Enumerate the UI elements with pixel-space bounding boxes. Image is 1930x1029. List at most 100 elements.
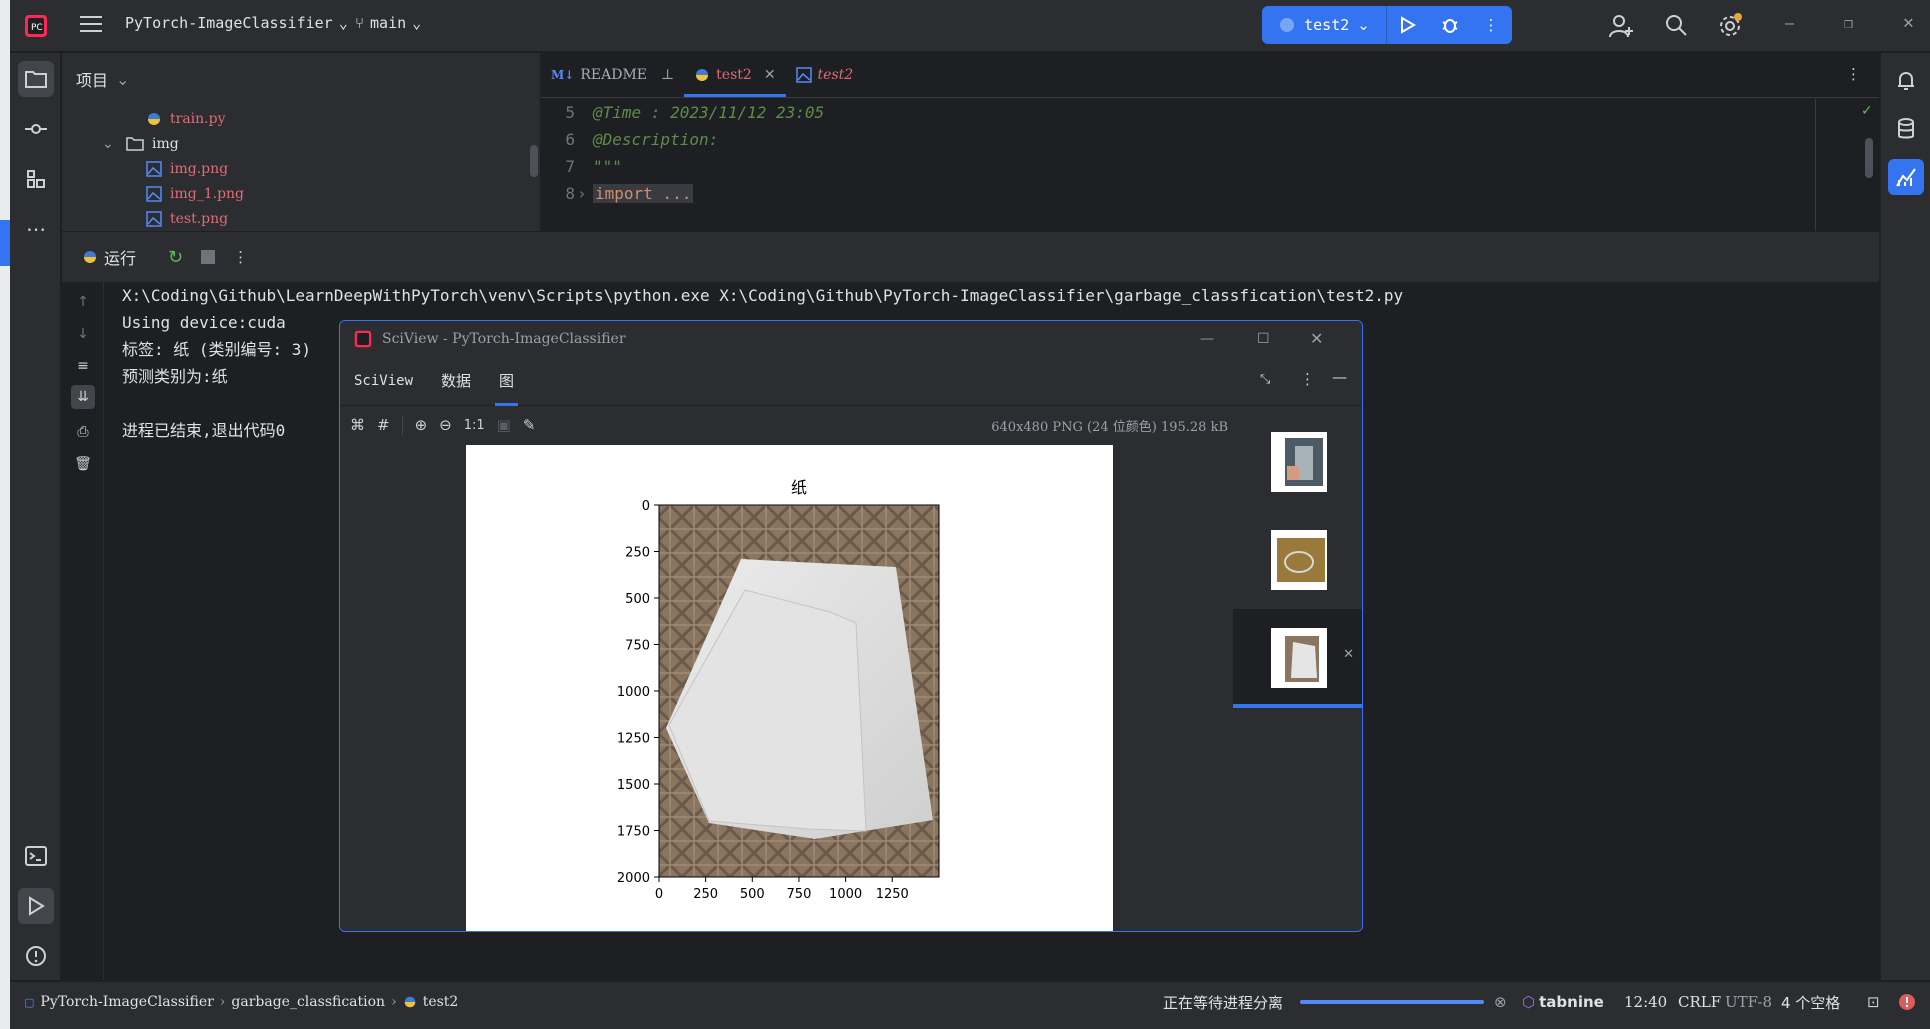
breadcrumb-item[interactable]: PyTorch-ImageClassifier <box>40 994 213 1010</box>
sciview-titlebar[interactable]: SciView - PyTorch-ImageClassifier — ☐ ✕ <box>340 321 1362 356</box>
indent-setting[interactable]: 4 个空格 <box>1781 982 1840 1022</box>
search-icon[interactable] <box>1664 13 1688 37</box>
add-user-icon[interactable] <box>1608 13 1634 39</box>
python-icon <box>694 67 710 83</box>
python-icon <box>403 995 417 1009</box>
breadcrumb-item[interactable]: garbage_classfication <box>231 994 385 1010</box>
restore-window-icon[interactable]: ⤡ <box>1260 372 1270 387</box>
stop-icon[interactable] <box>201 250 216 264</box>
run-tool-icon[interactable] <box>18 888 54 924</box>
zoom-label[interactable]: 1:1 <box>464 418 485 433</box>
main-menu-icon[interactable] <box>80 15 102 33</box>
remove-thumbnail-icon[interactable]: ✕ <box>1343 647 1354 662</box>
file-encoding[interactable]: UTF-8 <box>1725 982 1772 1022</box>
database-icon[interactable] <box>1888 111 1924 147</box>
breadcrumb-item[interactable]: test2 <box>423 994 459 1010</box>
caret-position[interactable]: 12:40 <box>1624 982 1667 1022</box>
code-line[interactable]: 8 › import ... <box>541 180 694 207</box>
project-name: PyTorch-ImageClassifier <box>125 14 333 32</box>
thumbnail-3-selected[interactable]: ✕ <box>1233 609 1362 707</box>
y-tick-label: 2000 <box>617 871 650 886</box>
folder-icon <box>126 137 144 151</box>
commit-icon[interactable] <box>18 111 54 147</box>
project-scrollbar[interactable] <box>530 145 538 177</box>
tree-item-test-png[interactable]: test.png <box>146 207 228 231</box>
ide-window: PC PyTorch-ImageClassifier ⌄ ⑂ main ⌄ te… <box>10 0 1930 1029</box>
chevron-right-icon: › <box>391 994 397 1010</box>
tabnine-widget[interactable]: ⬡ tabnine <box>1522 982 1604 1022</box>
plot-image[interactable]: 0 250 500 750 1000 1250 0 250 500 750 1000 1250 1500… <box>466 445 1113 931</box>
more-icon[interactable]: ⋮ <box>1471 6 1511 44</box>
thumbnail-1[interactable] <box>1233 413 1362 511</box>
tree-item-img-folder[interactable]: ⌄ img <box>102 132 179 156</box>
more-icon[interactable]: ⋮ <box>233 248 248 266</box>
run-config-selector[interactable]: test2 ⌄ <box>1262 6 1387 44</box>
problems-icon[interactable] <box>18 938 54 974</box>
y-tick-label: 0 <box>642 499 650 514</box>
project-folder-icon[interactable] <box>18 61 54 97</box>
tree-item-img-png[interactable]: img.png <box>146 157 228 181</box>
notifications-bell-icon[interactable] <box>1888 63 1924 99</box>
more-icon[interactable]: ⋮ <box>1300 370 1315 388</box>
run-widget: test2 ⌄ ⋮ <box>1262 6 1512 44</box>
branch-switcher[interactable]: ⑂ main ⌄ <box>355 14 421 32</box>
tab-data[interactable]: 数据 <box>427 356 485 406</box>
zoom-out-icon[interactable]: ⊖ <box>439 416 452 434</box>
code-line[interactable]: 7 """ <box>541 153 622 180</box>
rerun-icon[interactable]: ↻ <box>168 247 183 268</box>
project-header[interactable]: 项目 ⌄ <box>62 53 540 105</box>
cancel-process-icon[interactable]: ⊗ <box>1494 982 1507 1022</box>
run-tab[interactable]: 运行 <box>82 245 136 269</box>
lock-icon[interactable]: ⊡ <box>1867 982 1880 1022</box>
sciview-window: SciView - PyTorch-ImageClassifier — ☐ ✕ … <box>339 320 1363 932</box>
fold-chevron-icon[interactable]: › <box>577 184 591 203</box>
tab-test2-py[interactable]: test2 ✕ <box>684 52 786 97</box>
tab-test2-image[interactable]: test2 <box>786 52 864 97</box>
editor-scrollbar[interactable] <box>1865 138 1873 178</box>
tree-item-train-py[interactable]: train.py <box>146 107 225 131</box>
y-tick-label: 1250 <box>617 732 650 747</box>
tab-plots[interactable]: 图 <box>485 356 528 406</box>
print-icon[interactable]: ⎙ <box>71 420 95 444</box>
terminal-icon[interactable] <box>18 838 54 874</box>
minimize-icon[interactable]: — <box>1785 14 1794 32</box>
tabs-more-icon[interactable]: ⋮ <box>1846 65 1861 83</box>
error-indicator-icon[interactable] <box>1898 982 1916 1022</box>
line-separator[interactable]: CRLF <box>1678 982 1721 1022</box>
run-tab-label: 运行 <box>104 249 137 268</box>
soft-wrap-icon[interactable]: ≡ <box>71 354 95 378</box>
thumbnail-2[interactable] <box>1233 511 1362 609</box>
grid-icon[interactable]: # <box>377 416 390 434</box>
close-icon[interactable]: ✕ <box>1903 12 1914 33</box>
zoom-in-icon[interactable]: ⊕ <box>415 416 428 434</box>
fit-icon[interactable]: ⌘ <box>350 416 365 434</box>
scroll-to-end-icon[interactable]: ⇊ <box>71 385 95 409</box>
hide-icon[interactable]: — <box>1332 368 1347 386</box>
plot-title: 纸 <box>791 478 807 497</box>
code-line[interactable]: 6 @Description: <box>541 126 718 153</box>
more-tools-icon[interactable]: ⋯ <box>18 211 54 247</box>
restore-icon[interactable]: ❐ <box>1844 14 1853 32</box>
maximize-icon[interactable]: ☐ <box>1257 331 1270 347</box>
color-picker-icon[interactable]: ✎ <box>523 416 536 434</box>
settings-gear-icon[interactable] <box>1718 12 1744 38</box>
run-header: 运行 ↻ ⋮ <box>62 232 1879 282</box>
tree-item-img-1-png[interactable]: img_1.png <box>146 182 244 206</box>
close-icon[interactable]: ✕ <box>1310 329 1323 348</box>
close-tab-icon[interactable]: ✕ <box>764 67 776 83</box>
line-number: 7 <box>565 157 575 176</box>
run-button[interactable] <box>1387 6 1429 44</box>
inspection-ok-icon[interactable]: ✓ <box>1861 103 1873 119</box>
tab-sciview[interactable]: SciView <box>340 356 427 406</box>
image-icon <box>795 66 812 83</box>
code-line[interactable]: 5 @Time : 2023/11/12 23:05 <box>541 99 824 126</box>
project-switcher[interactable]: PyTorch-ImageClassifier ⌄ <box>125 14 348 32</box>
tab-readme[interactable]: M↓ README ⊥ <box>541 52 684 97</box>
minimize-icon[interactable]: — <box>1200 331 1214 347</box>
debug-button[interactable] <box>1429 6 1471 44</box>
trash-icon[interactable]: 🗑 <box>71 452 95 476</box>
sciview-icon[interactable] <box>1888 159 1924 195</box>
down-arrow-icon[interactable]: ↓ <box>71 322 95 346</box>
structure-icon[interactable] <box>18 161 54 197</box>
up-arrow-icon[interactable]: ↑ <box>71 290 95 314</box>
